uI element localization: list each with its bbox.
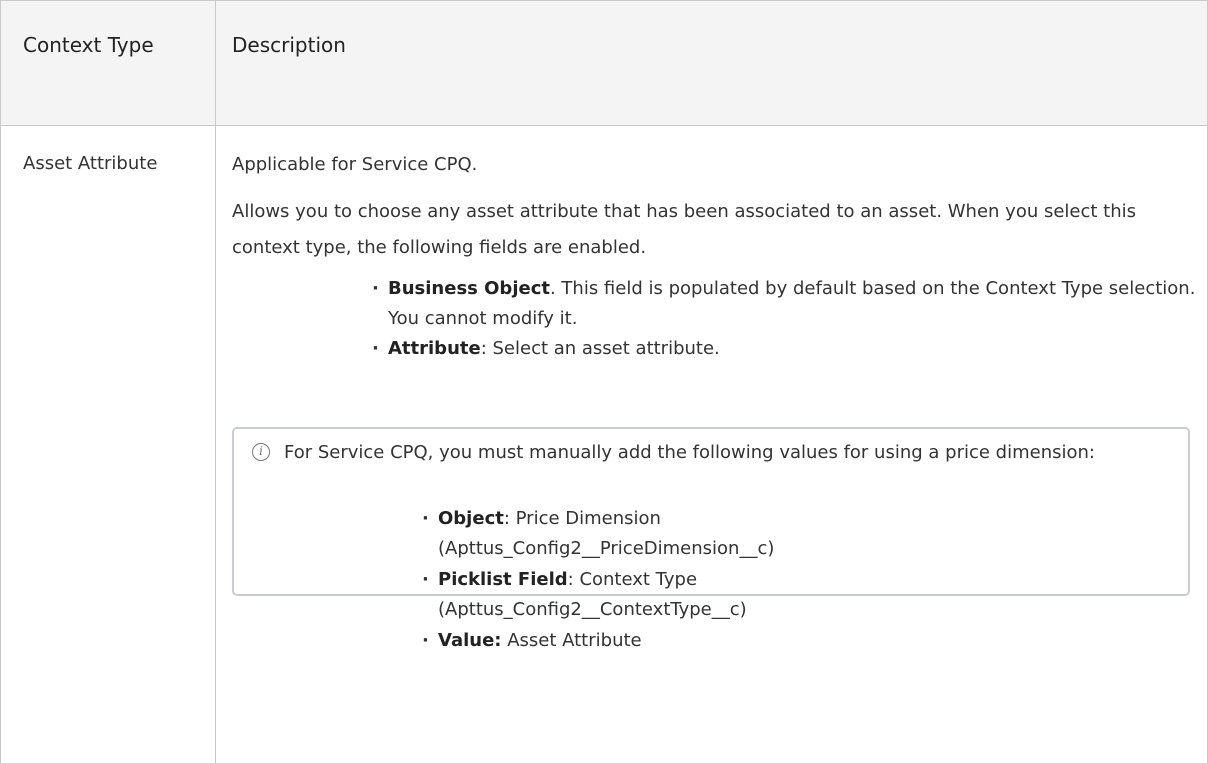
context-type-table: Context Type Description Asset Attribute… <box>0 0 1208 763</box>
cell-context-type: Asset Attribute <box>0 125 216 763</box>
cell-description: Applicable for Service CPQ. Allows you t… <box>215 125 1208 763</box>
note-item-label: Picklist Field <box>438 569 568 590</box>
list-item: Attribute: Select an asset attribute. <box>372 334 1207 364</box>
allows-text: Allows you to choose any asset attribute… <box>232 201 1137 258</box>
list-item: Value: Asset Attribute <box>422 626 774 656</box>
note-list: Object: Price Dimension (Apttus_Config2_… <box>422 504 774 657</box>
note-item-cont: (Apttus_Config2__ContextType__c) <box>438 599 747 620</box>
list-item: Business Object. This field is populated… <box>372 274 1207 334</box>
header-description: Description <box>215 0 1208 126</box>
note-item-label: Object <box>438 508 504 529</box>
note-item-cont: (Apttus_Config2__PriceDimension__c) <box>438 538 775 559</box>
list-item: Picklist Field: Context Type (Apttus_Con… <box>422 565 774 625</box>
applicable-text: Applicable for Service CPQ. <box>232 154 478 175</box>
bullet-label: Business Object <box>388 278 550 299</box>
table-header-row: Context Type Description <box>0 0 1208 126</box>
note-item-text: : Price Dimension <box>503 508 661 529</box>
note-text: For Service CPQ, you must manually add t… <box>284 442 1095 463</box>
note-item-label: Value: <box>438 630 502 651</box>
info-icon: i <box>252 443 270 461</box>
info-note: i For Service CPQ, you must manually add… <box>232 427 1190 656</box>
header-context-type: Context Type <box>0 0 216 126</box>
note-item-text: : Context Type <box>567 569 698 590</box>
list-item: Object: Price Dimension (Apttus_Config2_… <box>422 504 774 564</box>
bullet-label: Attribute <box>388 338 481 359</box>
field-list: Business Object. This field is populated… <box>232 274 1207 364</box>
note-item-text: Asset Attribute <box>501 630 642 651</box>
table-row: Asset Attribute Applicable for Service C… <box>0 125 1208 763</box>
bullet-text: : Select an asset attribute. <box>480 338 720 359</box>
